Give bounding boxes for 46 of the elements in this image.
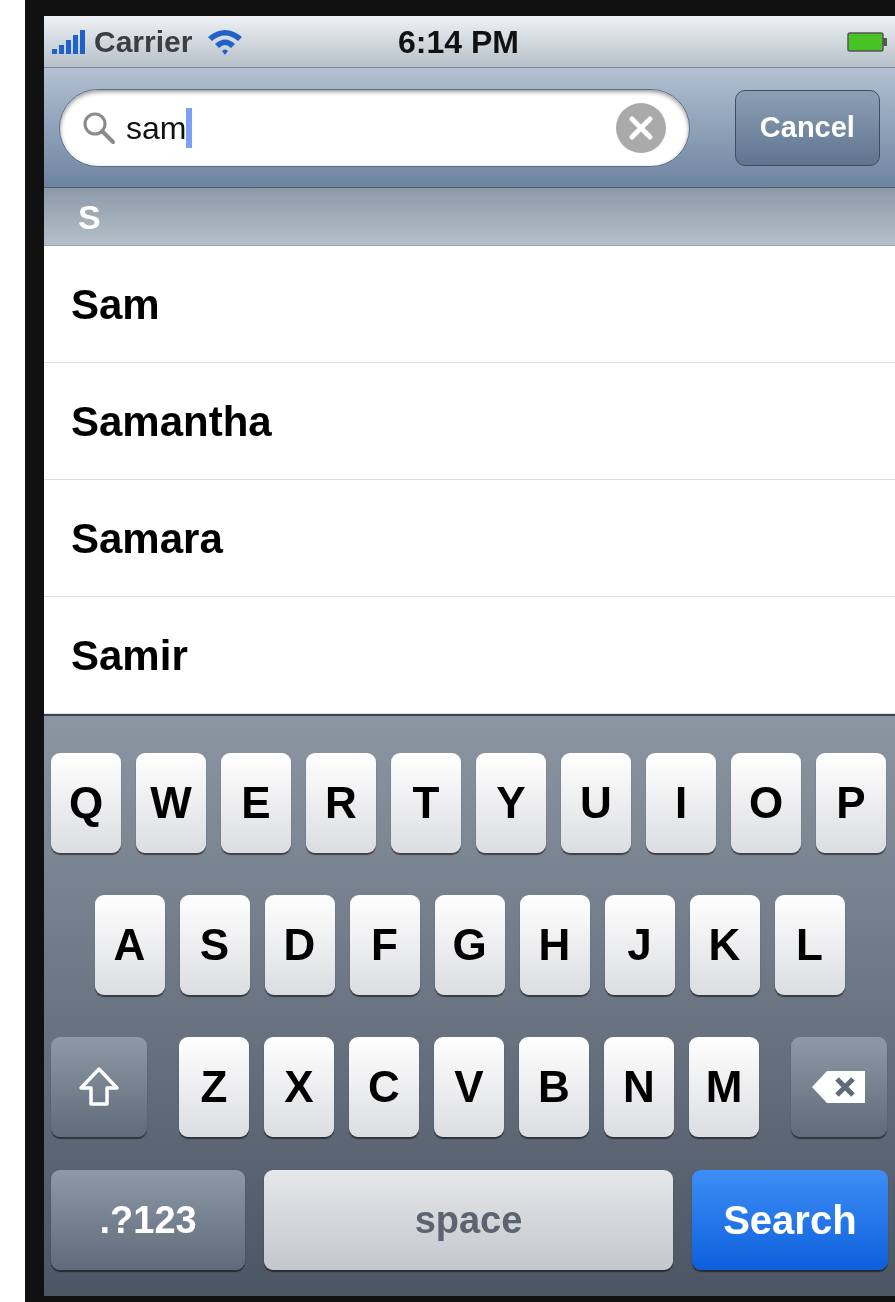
search-field[interactable]: sam xyxy=(59,88,690,167)
up-arrow-icon xyxy=(77,1065,121,1109)
shift-key[interactable] xyxy=(51,1037,147,1137)
key[interactable]: S xyxy=(179,895,250,995)
key[interactable]: B xyxy=(519,1037,589,1137)
key[interactable]: C xyxy=(349,1037,419,1137)
key[interactable]: U xyxy=(561,753,631,853)
key[interactable]: K xyxy=(689,895,760,995)
cancel-button[interactable]: Cancel xyxy=(734,89,880,166)
key[interactable]: H xyxy=(519,895,590,995)
key[interactable]: G xyxy=(434,895,505,995)
contact-name[interactable]: Samara xyxy=(71,506,223,570)
key[interactable]: E xyxy=(221,753,291,853)
delete-key[interactable] xyxy=(791,1037,887,1137)
key[interactable]: A xyxy=(94,895,165,995)
key[interactable]: Y xyxy=(476,753,546,853)
key[interactable]: L xyxy=(774,895,845,995)
key[interactable]: V xyxy=(434,1037,504,1137)
key[interactable]: D xyxy=(264,895,335,995)
contact-name[interactable]: Sam xyxy=(71,272,160,336)
section-header: S xyxy=(44,188,895,246)
search-key[interactable]: Search xyxy=(691,1170,888,1270)
key[interactable]: J xyxy=(604,895,675,995)
key[interactable]: F xyxy=(349,895,420,995)
backspace-icon xyxy=(811,1069,867,1105)
battery-icon xyxy=(847,30,887,53)
carrier-name: Carrier xyxy=(94,24,193,60)
contact-name[interactable]: Samantha xyxy=(71,389,272,453)
key[interactable]: T xyxy=(391,753,461,853)
key[interactable]: R xyxy=(306,753,376,853)
contact-name[interactable]: Samir xyxy=(71,623,188,687)
key[interactable]: Q xyxy=(51,753,121,853)
key[interactable]: O xyxy=(731,753,801,853)
space-key[interactable]: space xyxy=(264,1170,673,1270)
search-icon xyxy=(82,110,116,145)
status-time: 6:14 PM xyxy=(398,22,519,62)
key[interactable]: P xyxy=(816,753,886,853)
key[interactable]: Z xyxy=(179,1037,249,1137)
key[interactable]: N xyxy=(604,1037,674,1137)
search-text: sam xyxy=(126,108,187,148)
key[interactable]: X xyxy=(264,1037,334,1137)
text-cursor xyxy=(186,107,193,148)
key[interactable]: W xyxy=(136,753,206,853)
key[interactable]: I xyxy=(646,753,716,853)
key[interactable]: M xyxy=(689,1037,759,1137)
numbers-key[interactable]: .?123 xyxy=(51,1170,246,1270)
